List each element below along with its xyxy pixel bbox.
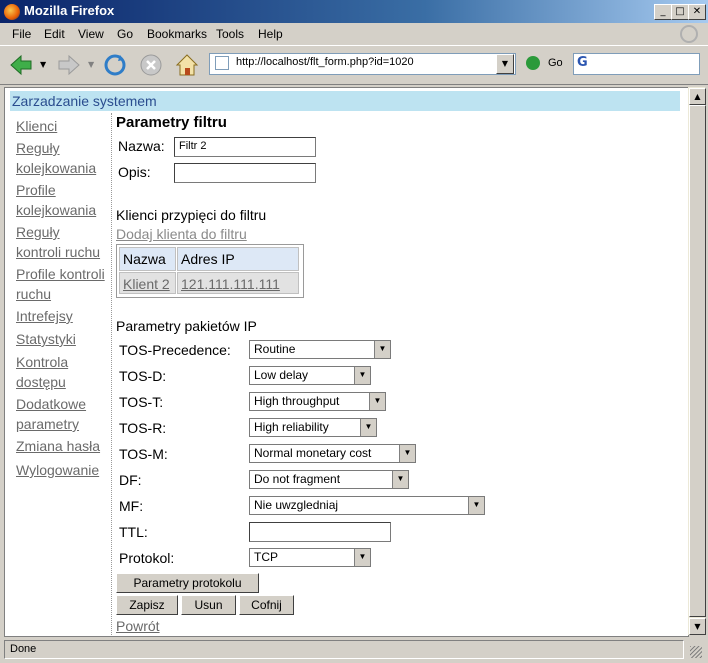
tos-t-value: High throughput <box>254 394 340 408</box>
back-dropdown-icon[interactable]: ▼ <box>40 60 46 69</box>
tos-d-label: TOS-D: <box>119 368 167 384</box>
mf-value: Nie uwzgledniaj <box>254 498 339 512</box>
tos-r-label: TOS-R: <box>119 420 167 436</box>
protocol-value: TCP <box>254 550 278 564</box>
minimize-button[interactable]: _ <box>654 4 672 20</box>
menu-view[interactable]: View <box>78 27 104 41</box>
resize-grip-icon[interactable] <box>690 646 702 658</box>
page-icon <box>215 56 229 70</box>
tos-precedence-select[interactable]: Routine ▼ <box>249 340 391 359</box>
google-icon: G <box>577 55 588 70</box>
desc-label: Opis: <box>118 164 151 180</box>
table-header-ip: Adres IP <box>177 247 299 271</box>
desc-input[interactable] <box>174 163 316 183</box>
chevron-down-icon: ▼ <box>369 393 385 410</box>
protocol-label: Protokol: <box>119 550 175 566</box>
df-select[interactable]: Do not fragment ▼ <box>249 470 409 489</box>
tos-precedence-value: Routine <box>254 342 296 356</box>
nav-profile-kolejkowania[interactable]: Profile kolejkowania <box>16 180 108 220</box>
tos-m-label: TOS-M: <box>119 446 168 462</box>
mf-label: MF: <box>119 498 144 514</box>
forward-icon[interactable] <box>56 52 82 78</box>
ip-params-heading: Parametry pakietów IP <box>116 318 257 334</box>
throbber-icon <box>680 25 698 43</box>
chevron-down-icon: ▼ <box>399 445 415 462</box>
nav-intrefejsy[interactable]: Intrefejsy <box>16 306 73 326</box>
menu-help[interactable]: Help <box>258 27 283 41</box>
scrollbar-thumb[interactable] <box>689 105 706 617</box>
name-input[interactable]: Filtr 2 <box>174 137 316 157</box>
nav-klienci[interactable]: Klienci <box>16 116 57 136</box>
df-label: DF: <box>119 472 142 488</box>
menu-bookmarks[interactable]: Bookmarks <box>147 27 207 41</box>
table-cell-client-name[interactable]: Klient 2 <box>119 272 176 294</box>
go-icon[interactable] <box>526 56 540 70</box>
df-value: Do not fragment <box>254 472 341 486</box>
nav-wylogowanie[interactable]: Wylogowanie <box>16 460 99 480</box>
status-text: Done <box>10 643 37 655</box>
ttl-label: TTL: <box>119 524 148 540</box>
nav-dodatkowe-parametry[interactable]: Dodatkowe parametry <box>16 394 108 434</box>
stop-icon[interactable] <box>138 52 164 78</box>
ttl-input[interactable] <box>249 522 391 542</box>
tos-t-select[interactable]: High throughput ▼ <box>249 392 386 411</box>
url-dropdown-icon[interactable]: ▼ <box>496 54 514 74</box>
tos-m-select[interactable]: Normal monetary cost ▼ <box>249 444 416 463</box>
go-button[interactable]: Go <box>548 57 563 69</box>
delete-button[interactable]: Usun <box>181 595 236 615</box>
scroll-up-icon[interactable]: ▲ <box>689 88 706 105</box>
table-header-name: Nazwa <box>119 247 176 271</box>
menu-file[interactable]: File <box>12 27 31 41</box>
tos-d-select[interactable]: Low delay ▼ <box>249 366 371 385</box>
back-link[interactable]: Powrót <box>116 618 160 634</box>
window-title: Mozilla Firefox <box>24 3 115 18</box>
tos-precedence-label: TOS-Precedence: <box>119 342 231 358</box>
nav-kontrola-dostepu[interactable]: Kontrola dostępu <box>16 352 86 392</box>
forward-dropdown-icon[interactable]: ▼ <box>88 60 94 69</box>
back-icon[interactable] <box>8 52 34 78</box>
tos-r-select[interactable]: High reliability ▼ <box>249 418 377 437</box>
protocol-params-button[interactable]: Parametry protokolu <box>116 573 259 593</box>
menu-bar <box>0 23 708 44</box>
menu-edit[interactable]: Edit <box>44 27 65 41</box>
save-button[interactable]: Zapisz <box>116 595 178 615</box>
tos-d-value: Low delay <box>254 368 309 382</box>
chevron-down-icon: ▼ <box>468 497 484 514</box>
home-icon[interactable] <box>174 52 200 78</box>
tos-m-value: Normal monetary cost <box>254 446 372 460</box>
url-text[interactable]: http://localhost/flt_form.php?id=1020 <box>236 56 414 68</box>
tos-r-value: High reliability <box>254 420 329 434</box>
chevron-down-icon: ▼ <box>360 419 376 436</box>
nav-profile-kontroli-ruchu[interactable]: Profile kontroli ruchu <box>16 264 108 304</box>
chevron-down-icon: ▼ <box>354 549 370 566</box>
clients-heading: Klienci przypięci do filtru <box>116 207 267 223</box>
nav-statystyki[interactable]: Statystyki <box>16 329 76 349</box>
maximize-button[interactable]: □ <box>671 4 689 20</box>
close-button[interactable]: ✕ <box>688 4 706 20</box>
search-input[interactable] <box>573 53 700 75</box>
chevron-down-icon: ▼ <box>392 471 408 488</box>
nav-zmiana-hasla[interactable]: Zmiana hasła <box>16 436 100 456</box>
scroll-down-icon[interactable]: ▼ <box>689 618 706 635</box>
status-panel <box>4 640 684 659</box>
page-header-text: Zarzadzanie systemem <box>12 93 157 109</box>
tos-t-label: TOS-T: <box>119 394 164 410</box>
menu-tools[interactable]: Tools <box>216 27 244 41</box>
protocol-select[interactable]: TCP ▼ <box>249 548 371 567</box>
add-client-link[interactable]: Dodaj klienta do filtru <box>116 226 247 242</box>
chevron-down-icon: ▼ <box>374 341 390 358</box>
firefox-icon <box>4 4 20 20</box>
menu-go[interactable]: Go <box>117 27 133 41</box>
chevron-down-icon: ▼ <box>354 367 370 384</box>
table-cell-client-ip[interactable]: 121.111.111.111 <box>177 272 299 294</box>
reload-icon[interactable] <box>102 52 128 78</box>
nav-reguly-kontroli-ruchu[interactable]: Reguły kontroli ruchu <box>16 222 108 262</box>
nav-reguly-kolejkowania[interactable]: Reguły kolejkowania <box>16 138 108 178</box>
form-title: Parametry filtru <box>116 114 227 131</box>
undo-button[interactable]: Cofnij <box>239 595 294 615</box>
mf-select[interactable]: Nie uwzgledniaj ▼ <box>249 496 485 515</box>
sidebar-divider <box>111 113 112 635</box>
name-label: Nazwa: <box>118 138 165 154</box>
